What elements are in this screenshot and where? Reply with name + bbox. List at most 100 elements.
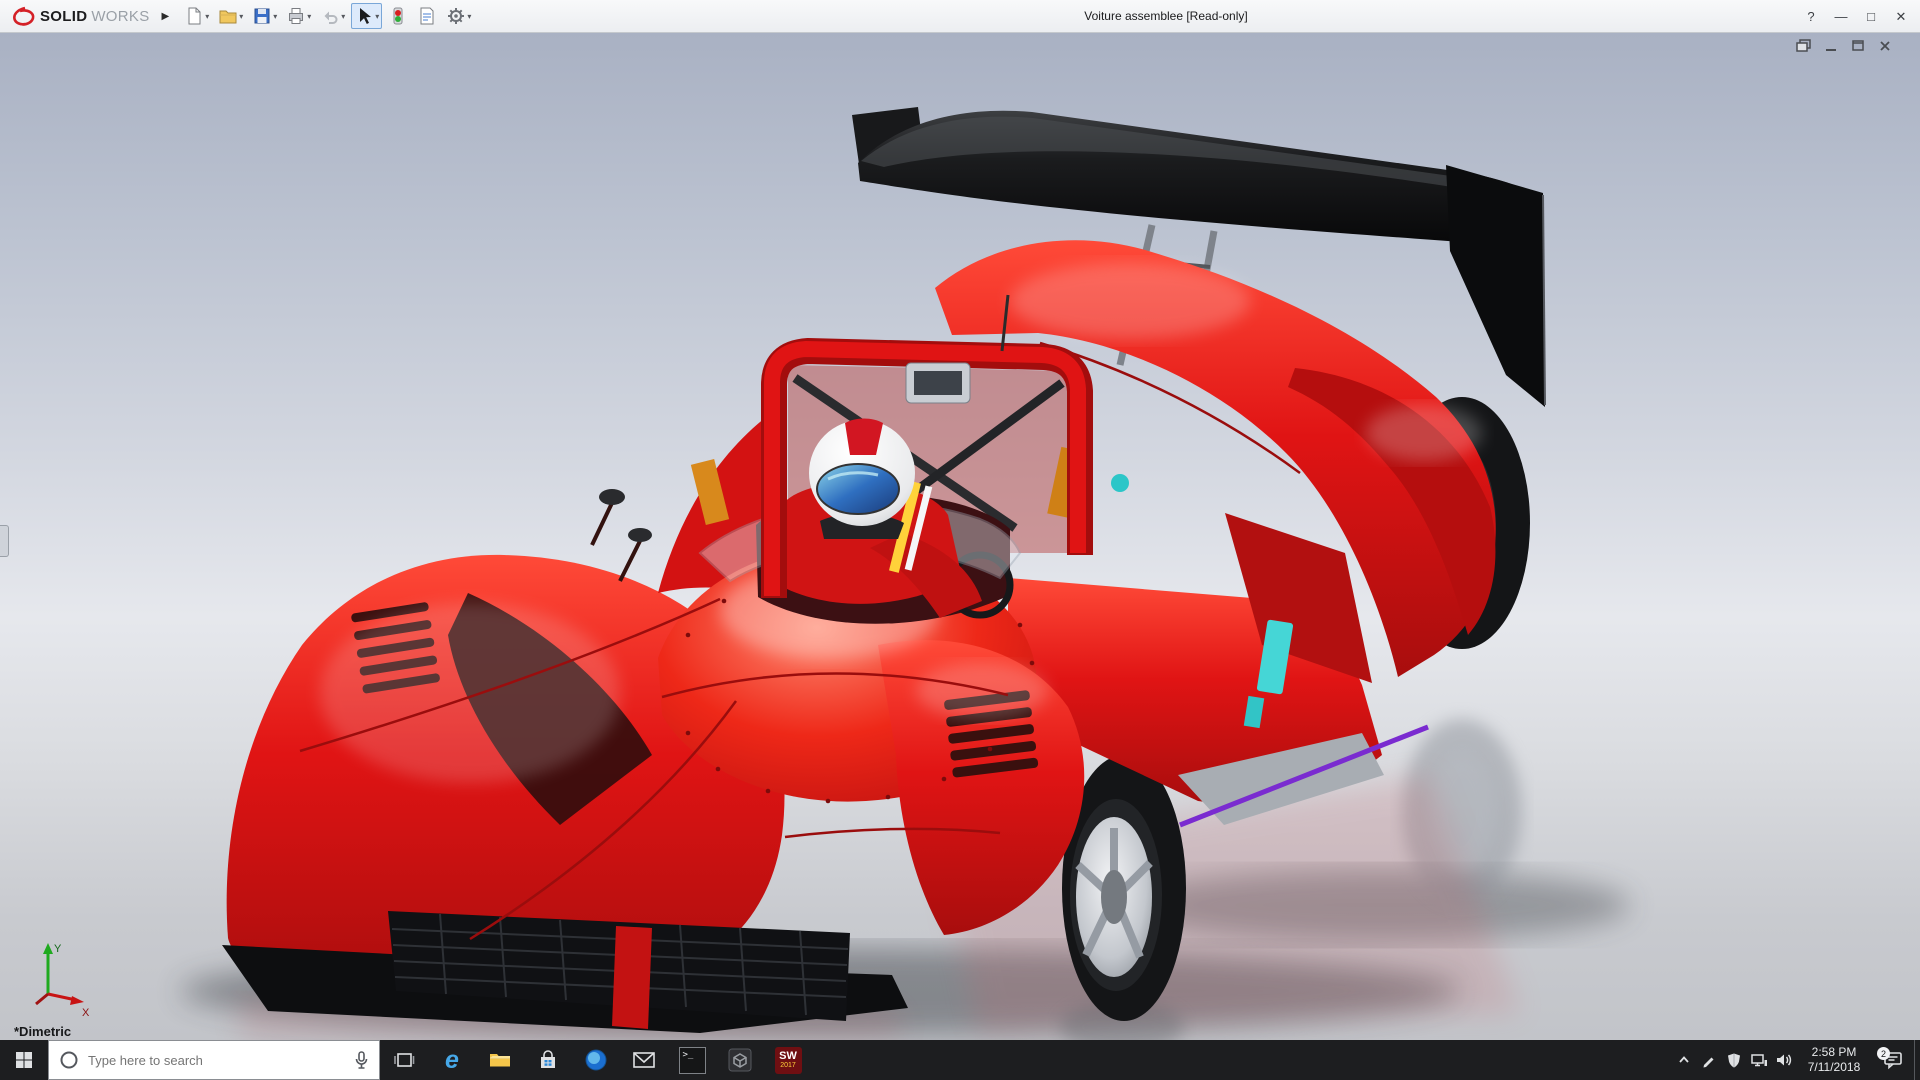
file-properties-button[interactable]: [414, 3, 440, 29]
x-axis-arrow: [70, 996, 84, 1005]
view-orientation-label: *Dimetric: [14, 1024, 71, 1039]
doc-minimize-button[interactable]: [1822, 38, 1840, 54]
doc-close-button[interactable]: [1876, 38, 1894, 54]
logo-text-bold: SOLID: [40, 8, 87, 25]
edge-button[interactable]: e: [428, 1040, 476, 1080]
standard-toolbar: ▾ ▾ ▾ ▾ ▾ ▾: [181, 3, 474, 29]
y-axis-arrow: [43, 943, 53, 954]
windows-start-icon: [14, 1050, 34, 1070]
doc-new-window-button[interactable]: [1795, 38, 1813, 54]
window-controls: ? — □ ✕: [1796, 0, 1916, 33]
solidworks-2017-icon: SW 2017: [775, 1047, 802, 1074]
rebuild-icon: [388, 6, 408, 26]
open-button[interactable]: ▾: [215, 3, 246, 29]
search-input[interactable]: [79, 1053, 353, 1068]
3d-viewport[interactable]: [0, 33, 1920, 1040]
select-arrow-icon: [354, 6, 374, 26]
tray-expand-button[interactable]: [1671, 1040, 1696, 1080]
security-tray-button[interactable]: [1721, 1040, 1746, 1080]
mail-icon: [632, 1051, 656, 1069]
action-center-button[interactable]: 2: [1872, 1040, 1914, 1080]
print-button[interactable]: ▾: [283, 3, 314, 29]
mail-button[interactable]: [620, 1040, 668, 1080]
chevron-down-icon: ▾: [239, 12, 243, 21]
store-button[interactable]: [524, 1040, 572, 1080]
speaker-icon: [1775, 1052, 1793, 1068]
new-document-icon: [184, 6, 204, 26]
new-window-icon: [1796, 39, 1812, 53]
chevron-down-icon: ▾: [205, 12, 209, 21]
minimize-button[interactable]: —: [1826, 4, 1856, 30]
network-icon: [1750, 1052, 1768, 1068]
chevron-up-icon: [1677, 1053, 1691, 1067]
x-axis-label: X: [82, 1007, 90, 1019]
system-tray: 2:58 PM 7/11/2018 2: [1671, 1040, 1920, 1080]
clock-date: 7/11/2018: [1799, 1060, 1869, 1075]
solidworks-window: SOLIDWORKS ▶ ▾ ▾ ▾ ▾ ▾: [0, 0, 1920, 1080]
rebuild-button[interactable]: [385, 3, 411, 29]
toolbar-flyout-icon[interactable]: ▶: [156, 11, 182, 22]
close-button[interactable]: ✕: [1886, 4, 1916, 30]
chevron-down-icon: ▾: [467, 12, 471, 21]
edge-icon: e: [445, 1048, 459, 1073]
pen-icon: [1701, 1052, 1717, 1068]
app-icon: [727, 1047, 753, 1073]
open-icon: [218, 6, 238, 26]
shield-icon: [1726, 1052, 1742, 1068]
help-button[interactable]: ?: [1796, 4, 1826, 30]
solidworks-logo: SOLIDWORKS: [0, 6, 156, 26]
y-axis-label: Y: [54, 943, 62, 955]
task-view-button[interactable]: [380, 1040, 428, 1080]
pen-tray-button[interactable]: [1696, 1040, 1721, 1080]
save-icon: [252, 6, 272, 26]
select-button[interactable]: ▾: [351, 3, 382, 29]
file-explorer-icon: [488, 1050, 512, 1070]
chevron-down-icon: ▾: [341, 12, 345, 21]
chevron-down-icon: ▾: [375, 12, 379, 21]
wing-endplate: [1446, 165, 1545, 407]
ds-logo-icon: [12, 6, 36, 26]
network-tray-button[interactable]: [1746, 1040, 1771, 1080]
taskbar-search[interactable]: [48, 1040, 380, 1080]
store-icon: [537, 1049, 559, 1071]
logo-text-light: WORKS: [91, 8, 149, 25]
feature-panel-handle[interactable]: [0, 525, 9, 557]
options-gear-icon: [446, 6, 466, 26]
save-button[interactable]: ▾: [249, 3, 280, 29]
side-mirror: [592, 489, 652, 581]
task-view-icon: [393, 1050, 415, 1070]
close-icon: [1878, 39, 1892, 53]
chevron-down-icon: ▾: [273, 12, 277, 21]
microphone-icon[interactable]: [353, 1050, 369, 1070]
cortana-icon: [59, 1050, 79, 1070]
solidworks-taskbar-button[interactable]: SW 2017: [764, 1040, 812, 1080]
maximize-button[interactable]: □: [1856, 4, 1886, 30]
browser-button[interactable]: [572, 1040, 620, 1080]
undo-button[interactable]: ▾: [317, 3, 348, 29]
new-document-button[interactable]: ▾: [181, 3, 212, 29]
undo-icon: [320, 6, 340, 26]
app-button[interactable]: [716, 1040, 764, 1080]
doc-restore-button[interactable]: [1849, 38, 1867, 54]
windows-taskbar: e >_ SW 2017: [0, 1040, 1920, 1080]
options-button[interactable]: ▾: [443, 3, 474, 29]
taskbar-clock[interactable]: 2:58 PM 7/11/2018: [1796, 1045, 1872, 1075]
chevron-down-icon: ▾: [307, 12, 311, 21]
restore-icon: [1851, 39, 1865, 53]
clock-time: 2:58 PM: [1799, 1045, 1869, 1060]
start-button[interactable]: [0, 1040, 48, 1080]
command-prompt-button[interactable]: >_: [668, 1040, 716, 1080]
volume-tray-button[interactable]: [1771, 1040, 1796, 1080]
document-title: Voiture assemblee [Read-only]: [1084, 9, 1247, 23]
minimize-icon: [1824, 39, 1838, 53]
graphics-area: Y X *Dimetric: [0, 33, 1920, 1040]
titlebar: SOLIDWORKS ▶ ▾ ▾ ▾ ▾ ▾: [0, 0, 1920, 33]
command-prompt-icon: >_: [679, 1047, 706, 1074]
file-properties-icon: [417, 6, 437, 26]
print-icon: [286, 6, 306, 26]
document-window-controls: [1795, 38, 1894, 54]
show-desktop-button[interactable]: [1914, 1040, 1920, 1080]
orientation-triad: Y X: [14, 936, 98, 1020]
file-explorer-button[interactable]: [476, 1040, 524, 1080]
notification-badge: 2: [1877, 1047, 1890, 1060]
